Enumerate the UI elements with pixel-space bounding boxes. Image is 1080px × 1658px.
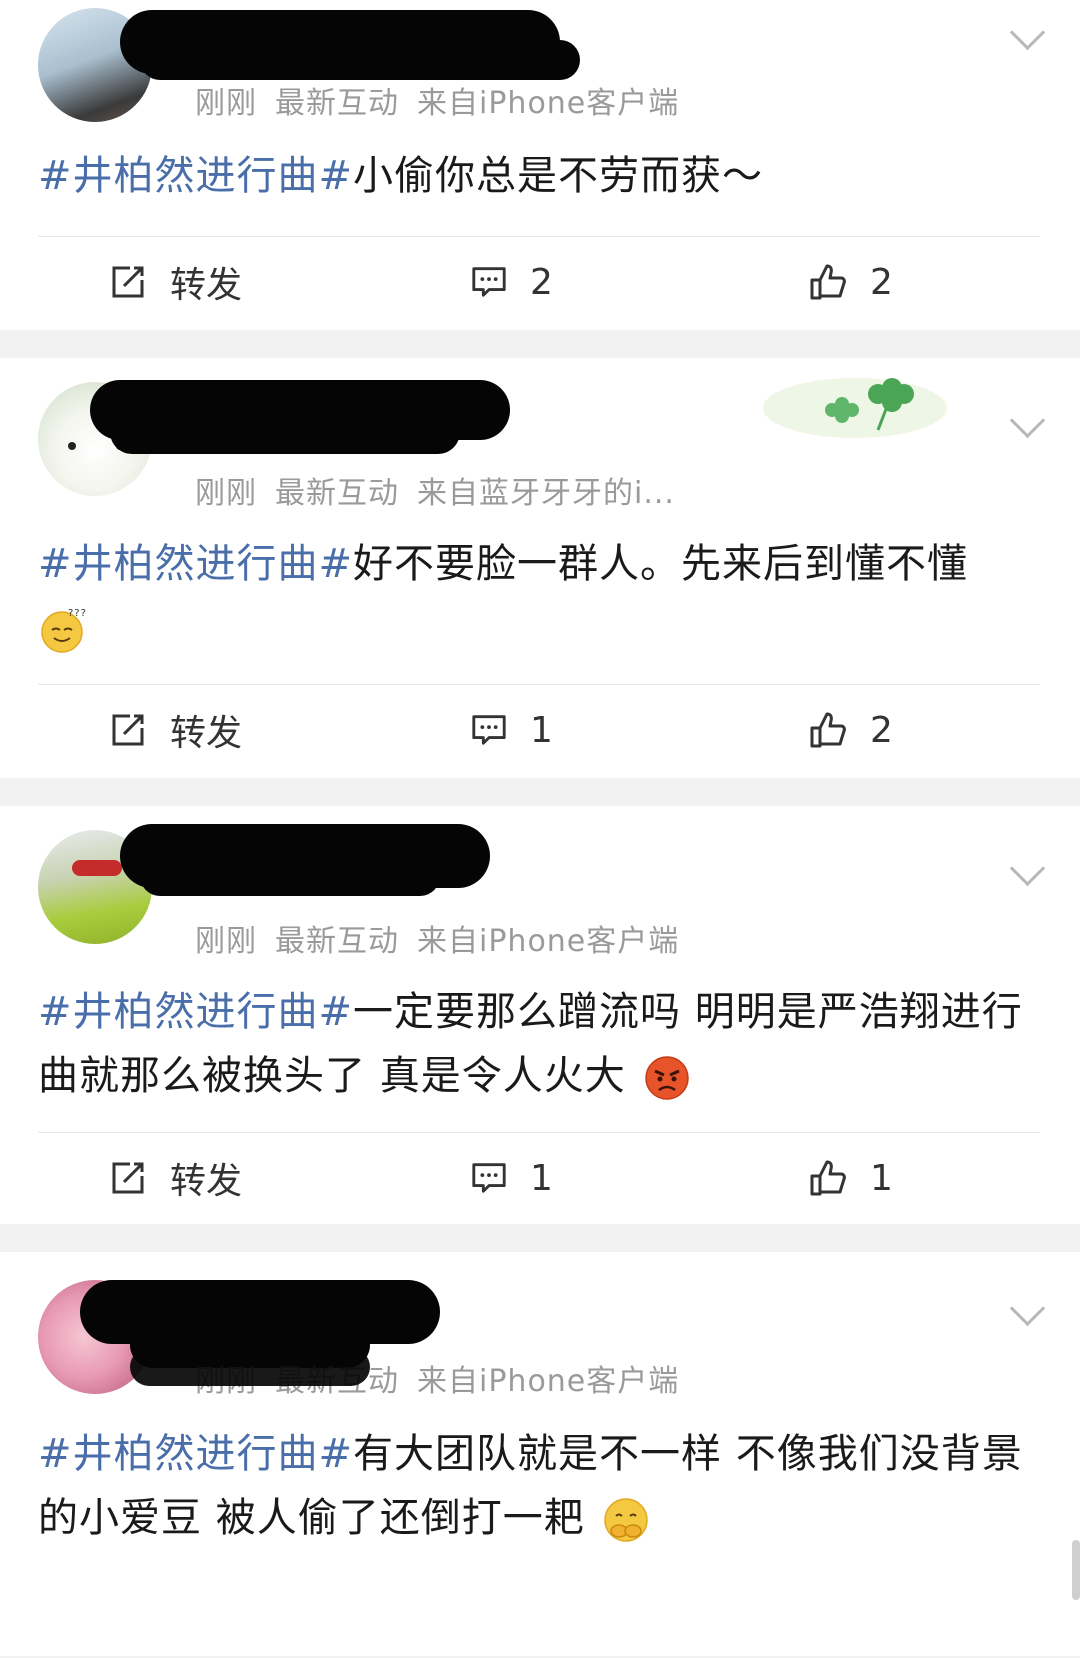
like-button[interactable]: 1 (808, 1148, 893, 1208)
post-text: #井柏然进行曲#小偷你总是不劳而获～ (38, 153, 764, 199)
angry-face-emoji (645, 1056, 690, 1100)
thumbs-up-icon (810, 1160, 846, 1196)
hashtag-link[interactable]: #井柏然进行曲# (38, 541, 353, 587)
comment-button[interactable]: 1 (470, 1148, 553, 1208)
action-bar: 转发 1 2 (0, 700, 1080, 760)
post-text: #井柏然进行曲#有大团队就是不一样 不像我们没背景的小爱豆 被人偷了还倒打一耙 (38, 1422, 1040, 1550)
comment-icon (472, 715, 506, 745)
redacted-username (140, 856, 440, 896)
repost-icon (112, 1162, 144, 1194)
post-card: 刚刚 最新互动 来自蓝牙牙牙的i... #井柏然进行曲#好不要脸一群人。先来后到懂不… (0, 358, 1080, 778)
repost-icon (112, 266, 144, 298)
separator (0, 330, 1080, 358)
like-button[interactable]: 2 (808, 252, 893, 312)
hashtag-link[interactable]: #井柏然进行曲# (38, 153, 353, 199)
like-button[interactable]: 2 (808, 700, 893, 760)
post-card: 刚刚 最新互动 来自iPhone客户端 #井柏然进行曲#小偷你总是不劳而获～ 转发 … (0, 0, 1080, 330)
chevron-down-icon[interactable] (1009, 1290, 1046, 1327)
repost-icon (112, 714, 144, 746)
clover-decoration (760, 368, 950, 448)
comment-icon (472, 267, 506, 297)
redacted-overlay (130, 1348, 370, 1386)
repost-button[interactable]: 转发 (108, 252, 242, 312)
divider (38, 684, 1040, 685)
redacted-username (110, 410, 460, 454)
scrollbar[interactable] (1072, 1540, 1080, 1600)
hashtag-link[interactable]: #井柏然进行曲# (38, 1431, 353, 1477)
post-card: 刚刚最新互动来自iPhone客户端 #井柏然进行曲#有大团队就是不一样 不像我们… (0, 1252, 1080, 1656)
separator (0, 1224, 1080, 1252)
divider (38, 1132, 1040, 1133)
post-card: 刚刚 最新互动 来自iPhone客户端 #井柏然进行曲#一定要那么蹭流吗 明明是严浩… (0, 806, 1080, 1224)
comment-button[interactable]: 1 (470, 700, 553, 760)
comment-button[interactable]: 2 (470, 252, 553, 312)
post-meta: 刚刚最新互动来自iPhone客户端 (195, 86, 680, 121)
avatar-face (68, 442, 76, 450)
confused-face-emoji: ??? (41, 608, 86, 653)
avatar-mask (72, 860, 122, 876)
divider (38, 236, 1040, 237)
covering-mouth-emoji (604, 1498, 649, 1542)
comment-icon (472, 1163, 506, 1193)
post-text: #井柏然进行曲#一定要那么蹭流吗 明明是严浩翔进行曲就那么被换头了 真是令人火大 (38, 980, 1040, 1108)
redacted-username (140, 40, 580, 80)
action-bar: 转发 1 1 (0, 1148, 1080, 1208)
post-meta: 刚刚最新互动来自iPhone客户端 (195, 924, 680, 959)
repost-button[interactable]: 转发 (108, 1148, 242, 1208)
thumbs-up-icon (810, 264, 846, 300)
post-text: #井柏然进行曲#好不要脸一群人。先来后到懂不懂 ??? (38, 532, 1040, 660)
action-bar: 转发 2 2 (0, 252, 1080, 312)
separator (0, 778, 1080, 806)
chevron-down-icon[interactable] (1009, 402, 1046, 439)
repost-button[interactable]: 转发 (108, 700, 242, 760)
svg-text:???: ??? (68, 608, 86, 619)
chevron-down-icon[interactable] (1009, 850, 1046, 887)
thumbs-up-icon (810, 712, 846, 748)
hashtag-link[interactable]: #井柏然进行曲# (38, 989, 353, 1035)
post-meta: 刚刚 最新互动 来自蓝牙牙牙的i... (195, 476, 675, 511)
chevron-down-icon[interactable] (1009, 14, 1046, 51)
